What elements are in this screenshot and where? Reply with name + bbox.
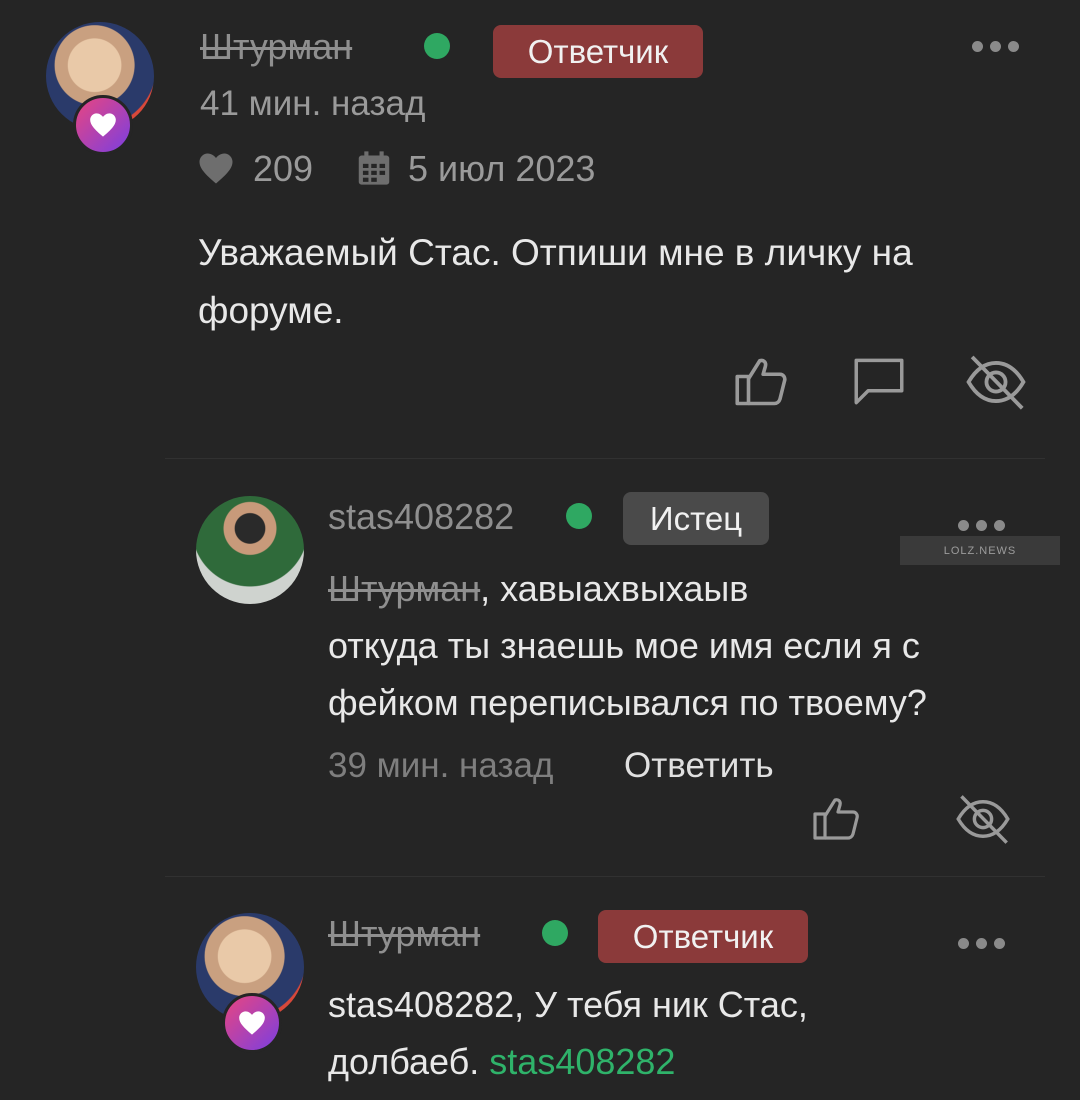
reply-author-name[interactable]: stas408282 [328,496,514,538]
heart-icon [198,152,234,185]
heart-badge-icon [73,95,133,155]
reply-text-line: долбаеб. stas408282 [328,1041,675,1083]
more-icon[interactable] [958,938,1005,949]
comment-icon[interactable] [853,356,905,406]
user-link[interactable]: stas408282 [489,1041,675,1082]
reply-time: 39 мин. назад [328,746,554,785]
watermark: LOLZ.NEWS [900,536,1060,565]
comment-time: 41 мин. назад [200,84,426,123]
calendar-icon [357,150,391,186]
likes-count: 209 [253,148,314,189]
online-indicator [566,503,592,529]
hide-icon[interactable] [955,792,1011,846]
reply-text: , хавыахвыхаыв [480,568,749,609]
heart-badge-icon [222,993,282,1053]
online-indicator [424,33,450,59]
more-icon[interactable] [972,41,1019,52]
reply-text-line: stas408282, У тебя ник Стас, [328,984,808,1025]
mention[interactable]: Штурман [328,568,480,609]
reply-author-avatar[interactable] [196,496,304,604]
role-badge: Ответчик [598,910,808,963]
more-icon[interactable] [958,520,1005,531]
role-badge: Ответчик [493,25,703,78]
thumbs-up-icon[interactable] [813,796,861,840]
comment-text-line: форуме. [198,290,344,331]
divider [165,876,1045,877]
reply-text: долбаеб. [328,1041,490,1082]
online-indicator [542,920,568,946]
reply-button[interactable]: Ответить [624,746,774,786]
reply-text-line: Штурман, хавыахвыхаыв [328,568,748,610]
role-badge: Истец [623,492,769,545]
divider [165,458,1045,459]
comment-text-line: Уважаемый Стас. Отпиши мне в личку на [198,232,913,273]
reply-author-name[interactable]: Штурман [328,913,480,955]
hide-icon[interactable] [965,352,1027,412]
thumbs-up-icon[interactable] [735,356,789,406]
author-name[interactable]: Штурман [200,26,352,68]
reply-text-line: откуда ты знаешь мое имя если я с [328,625,920,666]
comment-date: 5 июл 2023 [408,148,596,189]
reply-text-line: фейком переписывался по твоему? [328,682,927,723]
